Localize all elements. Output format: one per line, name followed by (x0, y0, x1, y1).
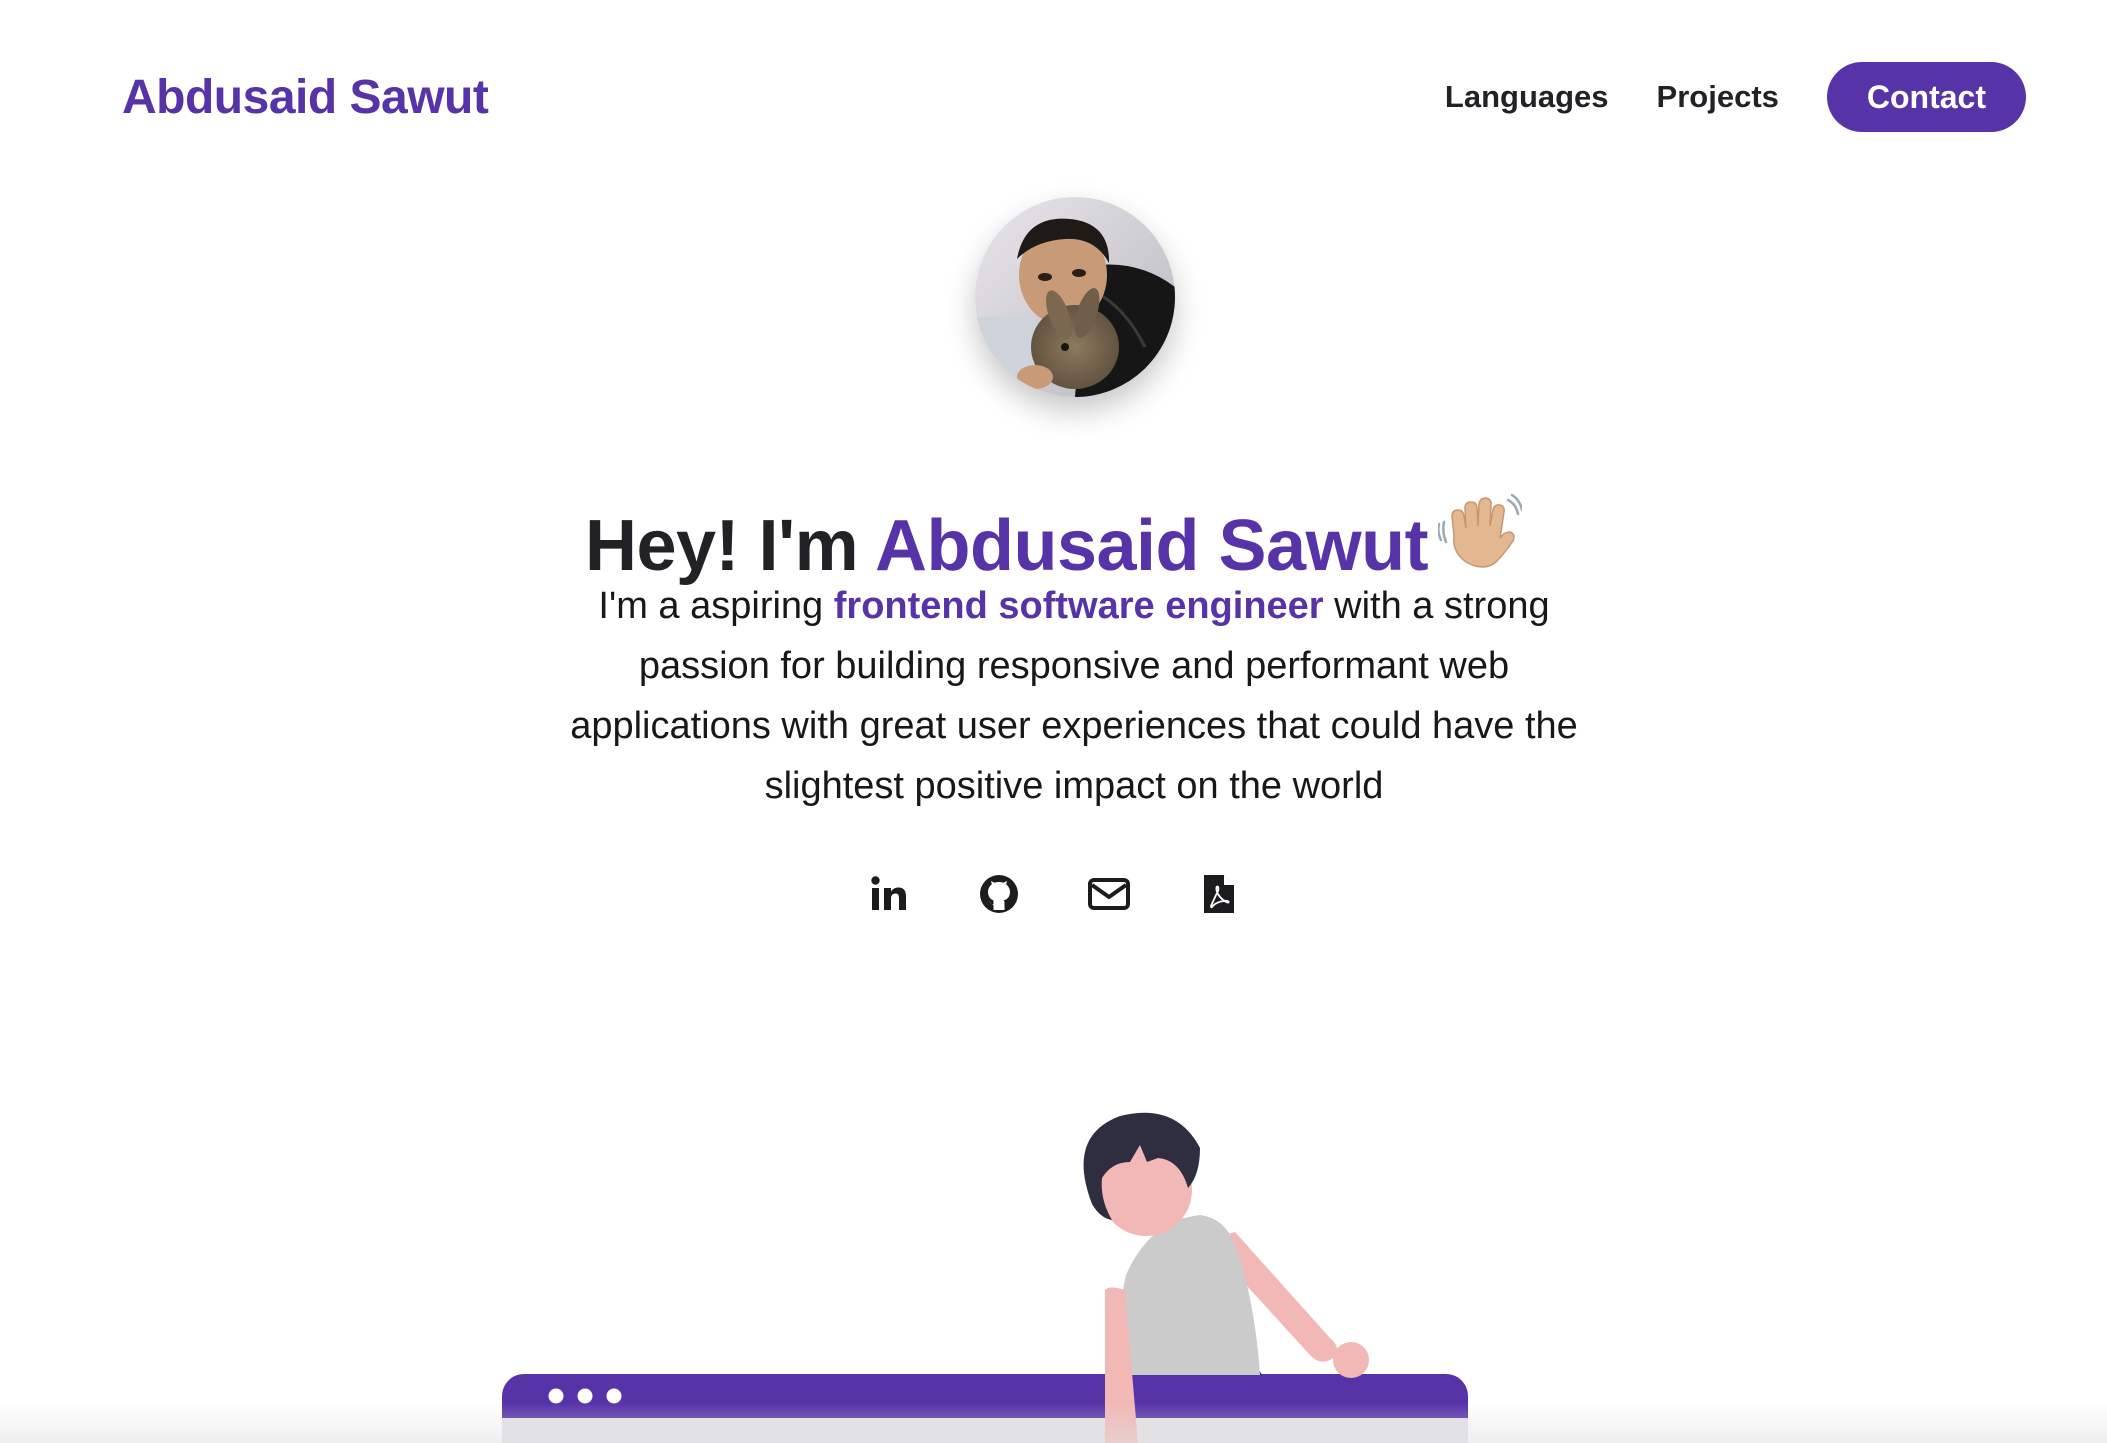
illustration-dot (606, 1388, 622, 1404)
mail-icon (1087, 878, 1130, 910)
illustration-browser-body (502, 1418, 1468, 1443)
linkedin-link[interactable] (865, 870, 913, 918)
top-nav: Languages Projects Contact (1445, 62, 2026, 132)
hero-heading-prefix: Hey! I'm (584, 506, 875, 587)
contact-button[interactable]: Contact (1826, 62, 2026, 132)
avatar (975, 197, 1175, 397)
hero-heading-name: Abdusaid Sawut (875, 506, 1429, 587)
avatar-photo (975, 197, 1175, 397)
email-link[interactable] (1085, 870, 1133, 918)
github-link[interactable] (975, 870, 1023, 918)
pdf-resume-icon (1203, 875, 1234, 913)
illustration-dot (548, 1388, 564, 1404)
hero-illustration (502, 1112, 1468, 1443)
bio-highlight: frontend software engineer (833, 585, 1324, 627)
nav-languages-link[interactable]: Languages (1445, 79, 1609, 115)
linkedin-icon (870, 876, 906, 910)
bio-text-start: I'm a aspiring (598, 585, 834, 627)
nav-projects-link[interactable]: Projects (1657, 79, 1779, 115)
github-icon (979, 875, 1018, 913)
brand-logo-link[interactable]: Abdusaid Sawut (122, 70, 489, 125)
hero-bio: I'm a aspiring frontend software enginee… (560, 576, 1588, 816)
illustration-dot (577, 1388, 593, 1404)
resume-link[interactable] (1195, 870, 1243, 918)
social-links (0, 870, 2107, 918)
page: Abdusaid Sawut Languages Projects Contac… (0, 0, 2107, 1443)
